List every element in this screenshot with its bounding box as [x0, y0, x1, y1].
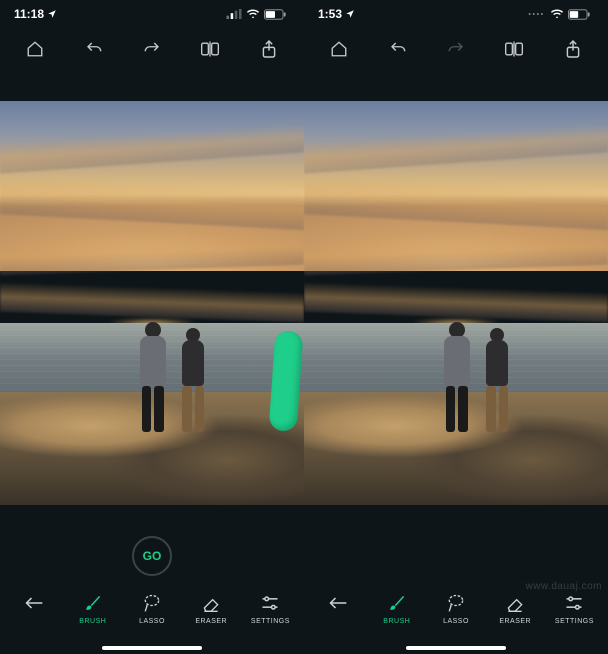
phone-screen-left: 11:18 — [0, 0, 304, 654]
eraser-icon — [505, 593, 525, 613]
share-icon — [261, 39, 277, 59]
go-button[interactable]: GO — [132, 536, 172, 576]
brush-tool[interactable]: BRUSH — [63, 592, 122, 625]
share-button[interactable] — [551, 31, 595, 67]
undo-button[interactable] — [376, 31, 420, 67]
lasso-icon — [446, 593, 466, 613]
home-indicator[interactable] — [406, 646, 506, 650]
compare-button[interactable] — [188, 31, 232, 67]
redo-button[interactable] — [130, 31, 174, 67]
eraser-tool[interactable]: ERASER — [486, 592, 545, 625]
status-bar: 11:18 — [0, 0, 304, 28]
status-time: 1:53 — [318, 7, 342, 21]
top-toolbar — [304, 28, 608, 70]
phone-screen-right: 1:53 — [304, 0, 608, 654]
tool-label: BRUSH — [383, 618, 410, 625]
tool-label: LASSO — [139, 618, 165, 625]
undo-button[interactable] — [72, 31, 116, 67]
share-button[interactable] — [247, 31, 291, 67]
lasso-tool[interactable]: LASSO — [426, 592, 485, 625]
location-arrow-icon — [47, 9, 57, 19]
go-button-label: GO — [143, 549, 162, 563]
share-icon — [565, 39, 581, 59]
wifi-icon — [550, 9, 564, 19]
undo-icon — [389, 40, 407, 58]
redo-button — [434, 31, 478, 67]
sliders-icon — [564, 594, 584, 612]
top-toolbar — [0, 28, 304, 70]
tool-label: SETTINGS — [555, 618, 594, 625]
brush-tool[interactable]: BRUSH — [367, 592, 426, 625]
brush-icon — [387, 593, 407, 613]
photo-content — [304, 101, 608, 505]
compare-icon — [200, 40, 220, 58]
back-button[interactable] — [4, 592, 63, 618]
eraser-tool[interactable]: ERASER — [182, 592, 241, 625]
wifi-icon — [246, 9, 260, 19]
sliders-icon — [260, 594, 280, 612]
compare-button[interactable] — [492, 31, 536, 67]
undo-icon — [85, 40, 103, 58]
photo-content — [0, 101, 304, 505]
redo-icon — [447, 40, 465, 58]
bottom-toolbar: BRUSH LASSO ERASER SETTINGS — [0, 592, 304, 654]
action-row — [304, 536, 608, 592]
tool-label: LASSO — [443, 618, 469, 625]
lasso-icon — [142, 593, 162, 613]
brush-icon — [83, 593, 103, 613]
cellular-signal-icon — [226, 9, 242, 19]
tool-label: SETTINGS — [251, 618, 290, 625]
lasso-tool[interactable]: LASSO — [122, 592, 181, 625]
home-button[interactable] — [13, 31, 57, 67]
battery-icon — [264, 9, 286, 20]
canvas-area[interactable] — [0, 70, 304, 536]
eraser-icon — [201, 593, 221, 613]
settings-tool[interactable]: SETTINGS — [241, 592, 300, 625]
arrow-left-icon — [328, 595, 348, 611]
bottom-toolbar: BRUSH LASSO ERASER SETTINGS — [304, 592, 608, 654]
redo-icon — [143, 40, 161, 58]
home-indicator[interactable] — [102, 646, 202, 650]
location-arrow-icon — [345, 9, 355, 19]
home-button[interactable] — [317, 31, 361, 67]
canvas-area[interactable] — [304, 70, 608, 536]
settings-tool[interactable]: SETTINGS — [545, 592, 604, 625]
action-row: GO — [0, 536, 304, 592]
tool-label: BRUSH — [79, 618, 106, 625]
battery-icon — [568, 9, 590, 20]
cellular-signal-icon — [528, 9, 546, 19]
status-bar: 1:53 — [304, 0, 608, 28]
compare-icon — [504, 40, 524, 58]
home-icon — [26, 40, 44, 58]
back-button[interactable] — [308, 592, 367, 618]
arrow-left-icon — [24, 595, 44, 611]
tool-label: ERASER — [195, 618, 227, 625]
home-icon — [330, 40, 348, 58]
tool-label: ERASER — [499, 618, 531, 625]
status-time: 11:18 — [14, 7, 44, 21]
